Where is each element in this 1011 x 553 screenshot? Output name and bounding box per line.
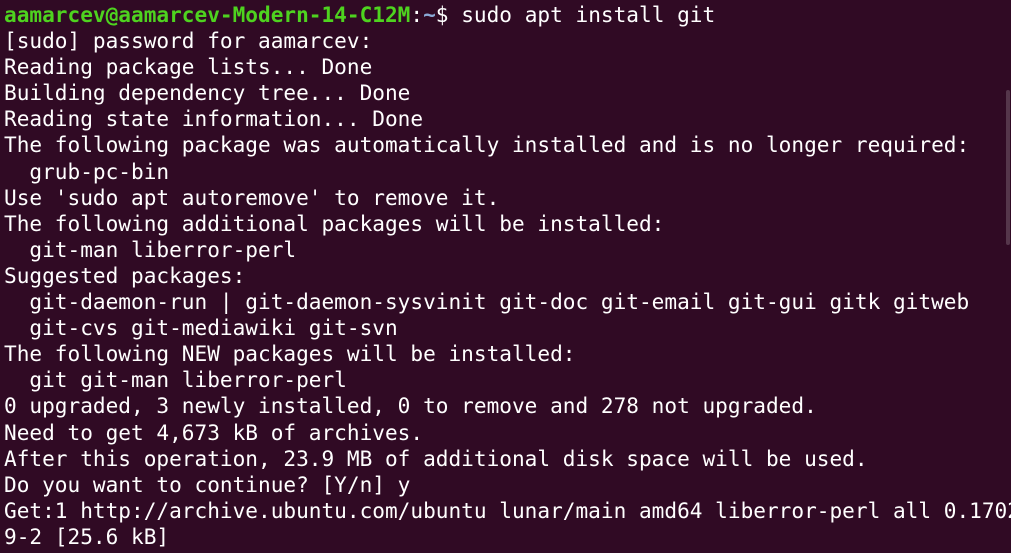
output-line: grub-pc-bin (4, 158, 170, 184)
output-line: Get:1 http://archive.ubuntu.com/ubuntu l… (4, 497, 1011, 523)
output-line: git-daemon-run | git-daemon-sysvinit git… (4, 289, 970, 315)
output-line: 0 upgraded, 3 newly installed, 0 to remo… (4, 393, 817, 419)
prompt-colon: : (410, 2, 424, 27)
scrollbar-thumb[interactable] (1006, 90, 1010, 245)
output-line: Need to get 4,673 kB of archives. (4, 419, 424, 445)
prompt-user-host: aamarcev@aamarcev-Modern-14-C12M (4, 2, 411, 27)
prompt-cwd: ~ (423, 2, 436, 27)
prompt-line: aamarcev@aamarcev-Modern-14-C12M:~$ sudo… (4, 2, 1011, 28)
output-line: Reading state information... Done (4, 106, 424, 132)
terminal-window[interactable]: aamarcev@aamarcev-Modern-14-C12M:~$ sudo… (0, 0, 1011, 553)
prompt-symbol: $ (435, 2, 462, 27)
output-line: The following additional packages will b… (4, 210, 665, 236)
output-line: The following package was automatically … (4, 132, 970, 158)
output-line: Reading package lists... Done (4, 54, 373, 80)
output-line: 9-2 [25.6 kB] (4, 523, 170, 549)
output-line: The following NEW packages will be insta… (4, 341, 576, 367)
output-line: Suggested packages: (4, 262, 246, 288)
output-line: Use 'sudo apt autoremove' to remove it. (4, 184, 500, 210)
output-line: git-man liberror-perl (4, 236, 297, 262)
scrollbar[interactable] (1005, 0, 1011, 553)
output-line: Building dependency tree... Done (4, 80, 411, 106)
prompt-command: sudo apt install git (461, 2, 716, 27)
output-line: git git-man liberror-perl (4, 367, 347, 393)
output-line: Do you want to continue? [Y/n] y (4, 471, 411, 497)
output-line: [sudo] password for aamarcev: (4, 28, 373, 54)
output-line: git-cvs git-mediawiki git-svn (4, 315, 398, 341)
output-line: After this operation, 23.9 MB of additio… (4, 445, 868, 471)
